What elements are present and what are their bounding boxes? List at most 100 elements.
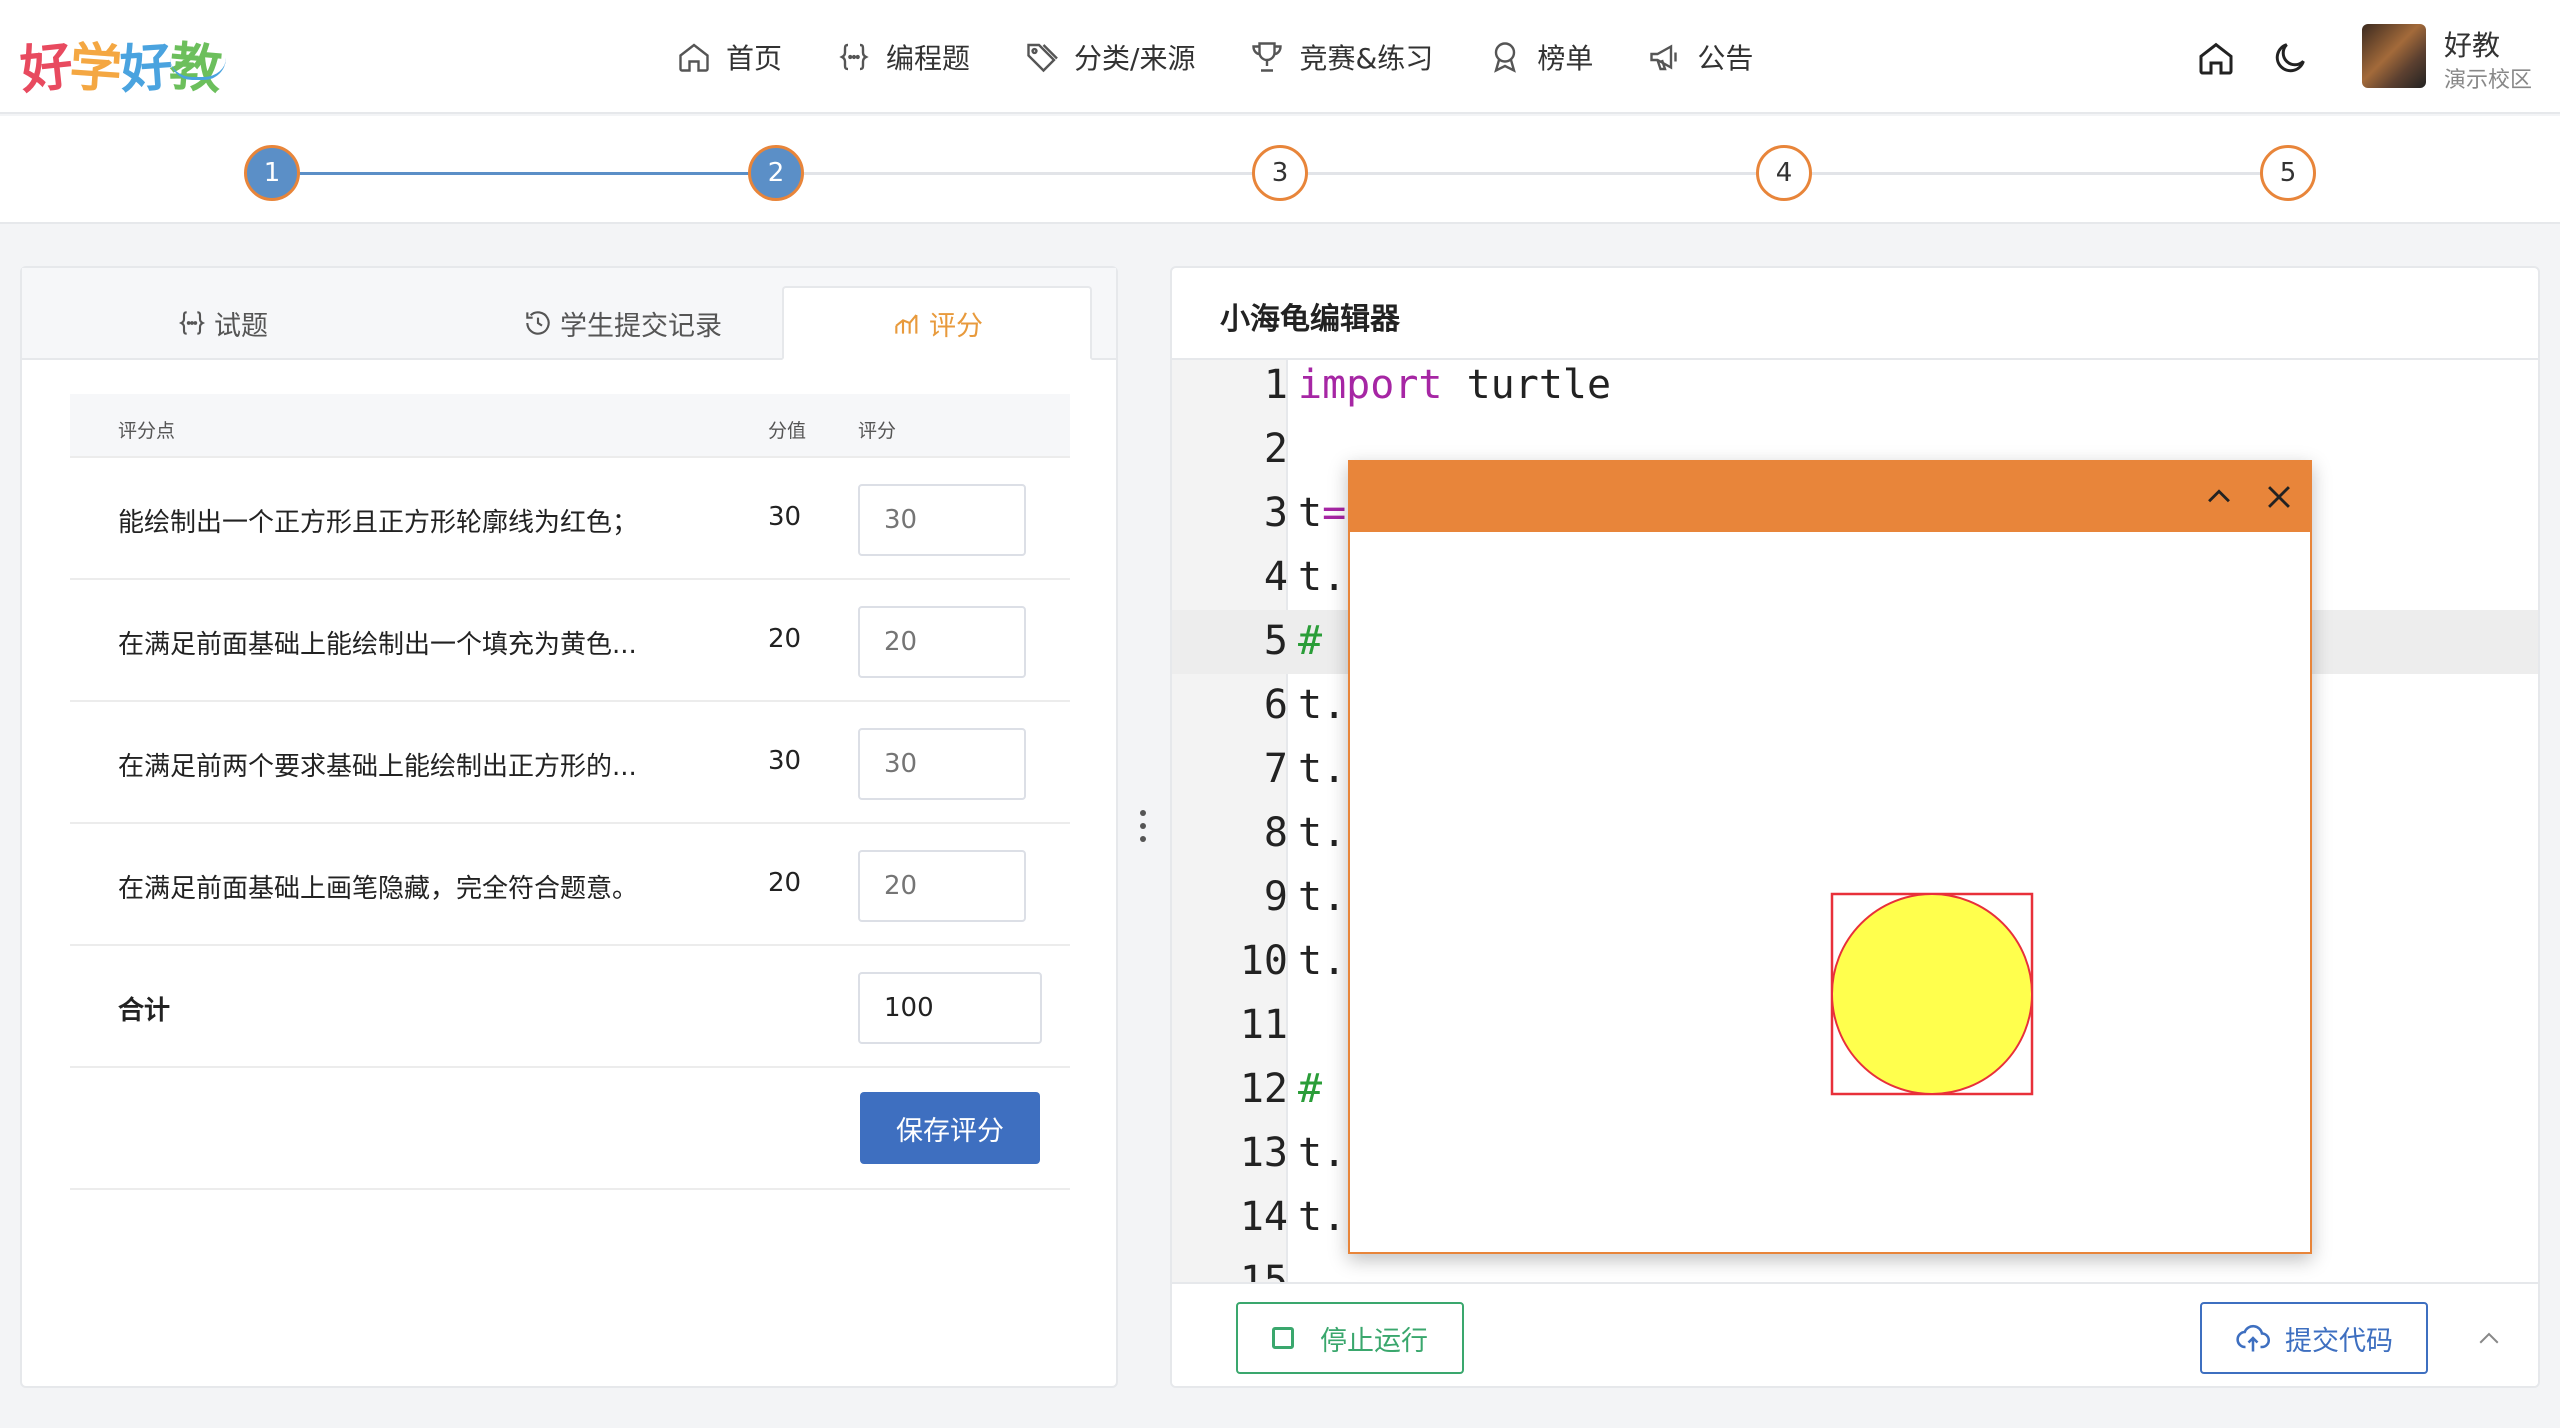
turtle-window-titlebar[interactable]	[1350, 462, 2310, 532]
step-1[interactable]: 1	[244, 145, 300, 201]
code-line: t.	[1298, 554, 1347, 600]
braces-icon	[839, 43, 869, 71]
tab-label: 评分	[929, 310, 983, 342]
submit-code-button[interactable]: 提交代码	[2200, 1302, 2428, 1374]
stop-icon	[1272, 1327, 1294, 1349]
nav-announcements[interactable]: 公告	[1647, 37, 1753, 77]
close-icon[interactable]	[2262, 480, 2296, 514]
award-icon	[1494, 42, 1517, 73]
home-icon[interactable]	[2196, 38, 2236, 78]
turtle-canvas	[1830, 892, 2034, 1096]
tab-bar: 试题 学生提交记录 评分	[22, 268, 1116, 360]
tab-submissions[interactable]: 学生提交记录	[432, 286, 812, 360]
score-input[interactable]	[858, 728, 1026, 800]
line-number: 13	[1239, 1130, 1288, 1176]
nav-label: 分类/来源	[1074, 42, 1196, 75]
code-comment: #	[1298, 618, 1323, 664]
tab-problem[interactable]: 试题	[62, 286, 382, 360]
user-name[interactable]: 好教	[2444, 24, 2500, 64]
moon-icon[interactable]	[2270, 38, 2310, 78]
tab-label: 试题	[214, 310, 268, 342]
trophy-icon	[1252, 42, 1283, 72]
nav-label: 竞赛&练习	[1299, 42, 1434, 75]
nav-categories[interactable]: 分类/来源	[1024, 37, 1195, 77]
panel-resize-handle[interactable]	[1140, 810, 1148, 849]
step-connector	[776, 172, 2288, 175]
user-campus: 演示校区	[2444, 68, 2533, 93]
line-number: 10	[1239, 938, 1288, 984]
line-number: 14	[1239, 1194, 1288, 1240]
progress-steps: 1 2 3 4 5	[0, 116, 2560, 224]
criterion-value: 30	[768, 502, 802, 532]
step-3[interactable]: 3	[1252, 145, 1308, 201]
rating-icon	[895, 314, 918, 334]
action-row: 保存评分	[70, 1068, 1070, 1190]
code-line: t.	[1298, 746, 1347, 792]
save-score-button[interactable]: 保存评分	[860, 1092, 1040, 1164]
code-line: t.	[1298, 682, 1347, 728]
avatar[interactable]	[2362, 24, 2426, 88]
cloud-upload-icon	[2236, 1324, 2271, 1352]
criterion-text: 在满足前面基础上能绘制出一个填充为黄色...	[118, 630, 637, 660]
line-number: 4	[1263, 554, 1288, 600]
header-score: 评分	[858, 420, 897, 442]
score-input[interactable]	[858, 484, 1026, 556]
total-label: 合计	[118, 996, 171, 1026]
total-input[interactable]	[858, 972, 1042, 1044]
main-nav: 首页 编程题 分类/来源 竞赛&练习 榜单 公告	[676, 0, 1807, 114]
criterion-text: 在满足前面基础上画笔隐藏，完全符合题意。	[118, 874, 639, 904]
home-icon	[679, 43, 709, 72]
line-number: 9	[1263, 874, 1288, 920]
megaphone-icon	[1650, 44, 1678, 71]
grading-table: 评分点 分值 评分 能绘制出一个正方形且正方形轮廓线为红色； 30 在满足前面基…	[70, 394, 1070, 1190]
total-row: 合计	[70, 946, 1070, 1068]
score-input[interactable]	[858, 850, 1026, 922]
code-line: t.	[1298, 810, 1347, 856]
line-number: 2	[1263, 426, 1288, 472]
line-number: 6	[1263, 682, 1288, 728]
score-input[interactable]	[858, 606, 1026, 678]
line-number: 15	[1239, 1258, 1288, 1282]
nav-label: 首页	[726, 42, 783, 75]
nav-label: 榜单	[1537, 42, 1594, 75]
chevron-up-icon[interactable]	[2202, 480, 2236, 514]
nav-label: 编程题	[886, 42, 971, 75]
line-number: 5	[1263, 618, 1288, 664]
chevron-up-icon[interactable]	[2474, 1324, 2504, 1354]
code-line: t.	[1298, 938, 1347, 984]
stop-run-button[interactable]: 停止运行	[1236, 1302, 1464, 1374]
line-number: 12	[1239, 1066, 1288, 1112]
code-line: import turtle	[1298, 362, 1611, 408]
criterion-value: 20	[768, 624, 802, 654]
turtle-output-window[interactable]	[1348, 460, 2312, 1254]
nav-contests[interactable]: 竞赛&练习	[1249, 37, 1433, 77]
step-2[interactable]: 2	[748, 145, 804, 201]
nav-home[interactable]: 首页	[676, 37, 782, 77]
top-header: 好学好教 首页 编程题 分类/来源 竞赛&练习 榜单 公告 好教 演示校区	[0, 0, 2560, 114]
nav-label: 公告	[1697, 42, 1754, 75]
nav-rankings[interactable]: 榜单	[1487, 37, 1593, 77]
line-number: 11	[1239, 1002, 1288, 1048]
stop-label: 停止运行	[1320, 1325, 1428, 1356]
criterion-value: 20	[768, 868, 802, 898]
step-5[interactable]: 5	[2260, 145, 2316, 201]
tab-grading[interactable]: 评分	[782, 286, 1092, 360]
yellow-circle	[1831, 893, 2033, 1095]
line-number: 3	[1263, 490, 1288, 536]
table-header: 评分点 分值 评分	[70, 394, 1070, 458]
nav-problems[interactable]: 编程题	[836, 37, 970, 77]
table-row: 在满足前面基础上能绘制出一个填充为黄色... 20	[70, 580, 1070, 702]
editor-footer: 停止运行 提交代码	[1172, 1282, 2538, 1386]
keyword: import	[1298, 362, 1443, 408]
braces-icon	[178, 311, 206, 335]
logo-char-3: 好	[118, 36, 173, 101]
step-4[interactable]: 4	[1756, 145, 1812, 201]
criterion-text: 能绘制出一个正方形且正方形轮廓线为红色；	[118, 508, 639, 538]
tags-icon	[1027, 43, 1058, 73]
header-value: 分值	[768, 420, 807, 442]
code-text: t	[1298, 490, 1323, 536]
logo-char-1: 好	[17, 35, 74, 102]
table-row: 在满足前两个要求基础上能绘制出正方形的... 30	[70, 702, 1070, 824]
criterion-value: 30	[768, 746, 802, 776]
code-text: turtle	[1442, 362, 1612, 408]
